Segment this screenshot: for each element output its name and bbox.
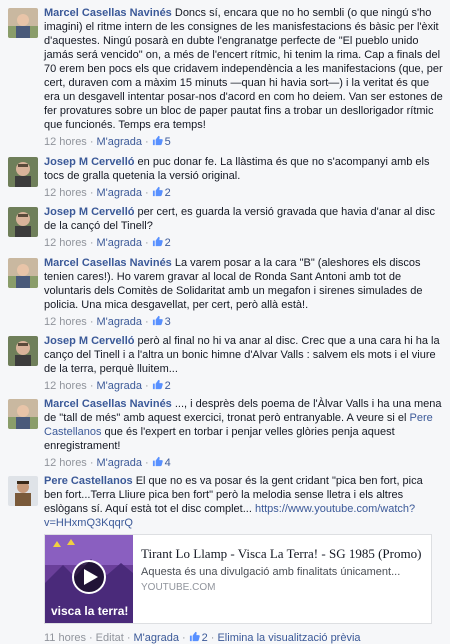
preview-text: Tirant Lo Llamp - Visca La Terra! - SG 1… bbox=[141, 545, 427, 593]
like-count: 2 bbox=[164, 187, 171, 199]
comment-meta: 11 hores · Editat · M'agrada · 2 · Elimina la vi… bbox=[44, 631, 361, 644]
comment-time[interactable]: 12 hores bbox=[44, 136, 87, 148]
like-count-badge[interactable]: 5 bbox=[152, 135, 171, 148]
avatar[interactable] bbox=[8, 157, 38, 187]
like-count-badge[interactable]: 2 bbox=[189, 631, 208, 644]
comment-meta: 12 hores · M'agrada · 2 bbox=[44, 186, 171, 199]
comment-time[interactable]: 11 hores bbox=[44, 632, 86, 644]
like-button[interactable]: M'agrada bbox=[96, 316, 142, 328]
remove-preview-link[interactable]: Elimina la visualització prèvia bbox=[217, 632, 360, 644]
preview-title[interactable]: Tirant Lo Llamp - Visca La Terra! - SG 1… bbox=[141, 545, 427, 562]
comment-author[interactable]: Josep M Cervelló bbox=[44, 206, 134, 218]
comment-author[interactable]: Josep M Cervelló bbox=[44, 335, 134, 347]
comment-author[interactable]: Marcel Casellas Navinés bbox=[44, 257, 172, 269]
like-count-badge[interactable]: 4 bbox=[152, 456, 171, 469]
like-button[interactable]: M'agrada bbox=[96, 136, 142, 148]
preview-description: Aquesta és una divulgació amb finalitats… bbox=[141, 566, 401, 578]
like-count-badge[interactable]: 2 bbox=[152, 379, 171, 392]
like-button[interactable]: M'agrada bbox=[96, 187, 142, 199]
like-count-badge[interactable]: 3 bbox=[152, 315, 171, 328]
avatar[interactable] bbox=[8, 8, 38, 38]
comment-thread: Marcel Casellas Navinés Doncs sí, encara… bbox=[0, 0, 450, 644]
comment: Josep M Cervelló per cert, es guarda la … bbox=[0, 205, 450, 250]
thumbs-up-icon bbox=[152, 379, 163, 390]
video-preview-card[interactable]: visca la terra! Tirant Lo Llamp - Visca … bbox=[44, 534, 432, 624]
comment: Josep M Cervelló però al final no hi va … bbox=[0, 334, 450, 393]
like-count: 4 bbox=[164, 457, 171, 469]
comment-author[interactable]: Pere Castellanos bbox=[44, 475, 133, 487]
thumbs-up-icon bbox=[189, 631, 200, 642]
like-button[interactable]: M'agrada bbox=[133, 632, 179, 644]
like-button[interactable]: M'agrada bbox=[96, 457, 142, 469]
like-button[interactable]: M'agrada bbox=[96, 380, 142, 392]
like-count: 2 bbox=[164, 380, 171, 392]
preview-domain: youtube.com bbox=[141, 582, 216, 593]
like-count: 2 bbox=[164, 237, 171, 249]
comment: Marcel Casellas Navinés La varem posar a… bbox=[0, 256, 450, 329]
comment-time[interactable]: 12 hores bbox=[44, 457, 87, 469]
comment-time[interactable]: 12 hores bbox=[44, 380, 87, 392]
like-count: 2 bbox=[201, 632, 208, 644]
comment: Pere Castellanos El que no es va posar é… bbox=[0, 474, 450, 530]
like-button[interactable]: M'agrada bbox=[96, 237, 142, 249]
avatar[interactable] bbox=[8, 399, 38, 429]
comment: Josep M Cervelló en puc donar fe. La llà… bbox=[0, 155, 450, 200]
like-count: 3 bbox=[164, 316, 171, 328]
comment-meta: 12 hores · M'agrada · 5 bbox=[44, 135, 171, 148]
comment-time[interactable]: 12 hores bbox=[44, 187, 87, 199]
comment-meta: 12 hores · M'agrada · 3 bbox=[44, 315, 171, 328]
comment-author[interactable]: Josep M Cervelló bbox=[44, 156, 134, 168]
comment-meta: 12 hores · M'agrada · 2 bbox=[44, 379, 171, 392]
thumbnail-caption: visca la terra! bbox=[51, 604, 128, 618]
comment: Marcel Casellas Navinés Doncs sí, encara… bbox=[0, 6, 450, 149]
edited-label[interactable]: Editat bbox=[96, 632, 124, 644]
thumbs-up-icon bbox=[152, 236, 163, 247]
thumbs-up-icon bbox=[152, 456, 163, 467]
comment: Marcel Casellas Navinés ..., i desprès d… bbox=[0, 397, 450, 470]
comment-author[interactable]: Marcel Casellas Navinés bbox=[44, 398, 172, 410]
like-count-badge[interactable]: 2 bbox=[152, 236, 171, 249]
thumbs-up-icon bbox=[152, 186, 163, 197]
comment-text: Doncs sí, encara que no ho sembli (o que… bbox=[44, 7, 443, 131]
thumbs-up-icon bbox=[152, 315, 163, 326]
avatar[interactable] bbox=[8, 258, 38, 288]
like-count-badge[interactable]: 2 bbox=[152, 186, 171, 199]
comment-meta: 12 hores · M'agrada · 4 bbox=[44, 456, 171, 469]
comment-time[interactable]: 12 hores bbox=[44, 316, 87, 328]
comment-time[interactable]: 12 hores bbox=[44, 237, 87, 249]
avatar[interactable] bbox=[8, 336, 38, 366]
thumbs-up-icon bbox=[152, 135, 163, 146]
like-count: 5 bbox=[164, 136, 171, 148]
avatar[interactable] bbox=[8, 476, 38, 506]
video-thumbnail[interactable]: visca la terra! bbox=[45, 535, 133, 623]
comment-meta: 12 hores · M'agrada · 2 bbox=[44, 236, 171, 249]
comment-author[interactable]: Marcel Casellas Navinés bbox=[44, 7, 172, 19]
avatar[interactable] bbox=[8, 207, 38, 237]
